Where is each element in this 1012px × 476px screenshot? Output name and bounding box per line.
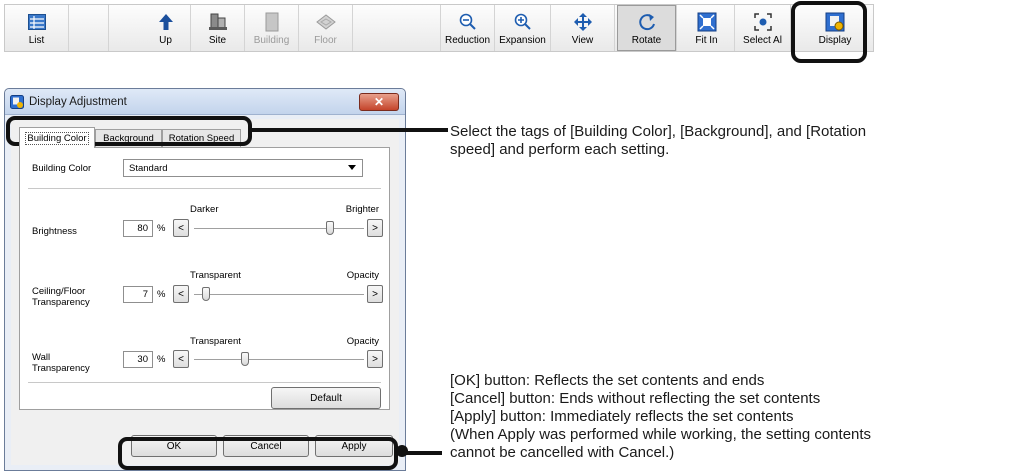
reduction-button[interactable]: Reduction <box>441 5 495 51</box>
chevron-down-icon <box>348 165 356 170</box>
ceiling-floor-slider-thumb[interactable] <box>201 287 210 301</box>
fit-in-label: Fit In <box>695 35 718 46</box>
dialog-titlebar[interactable]: Display Adjustment ✕ <box>5 89 405 115</box>
close-button[interactable]: ✕ <box>359 93 399 111</box>
select-all-icon <box>753 12 773 32</box>
rotate-button[interactable]: Rotate <box>617 5 677 51</box>
tabs-leader-line <box>252 128 448 132</box>
wall-left-caption: Transparent <box>190 336 241 347</box>
leader-dot <box>396 445 408 457</box>
select-all-button[interactable]: Select Al <box>735 5 791 51</box>
buttons-note-line: [Apply] button: Immediately reflects the… <box>450 408 794 425</box>
list-icon <box>27 12 47 32</box>
buttons-note: [OK] button: Reflects the set contents a… <box>450 372 1010 462</box>
toolbar-spacer-2 <box>353 5 441 51</box>
dialog-client-area: Building Color Background Rotation Speed… <box>11 119 399 465</box>
tabs-note: Select the tags of [Building Color], [Ba… <box>450 123 1010 159</box>
fit-in-button[interactable]: Fit In <box>679 5 735 51</box>
tab-building-color-label: Building Color <box>25 131 89 145</box>
view-icon <box>573 12 593 32</box>
brightness-label: Brightness <box>32 226 77 237</box>
brightness-increase-button[interactable]: > <box>367 219 383 237</box>
toolbar: List Up Site Building Floor Reduction Ex… <box>4 4 874 52</box>
expansion-label: Expansion <box>499 35 546 46</box>
brightness-slider-thumb[interactable] <box>326 221 334 235</box>
site-icon <box>208 12 228 32</box>
wall-transparency-input[interactable]: 30 <box>123 351 153 368</box>
rotate-label: Rotate <box>631 35 662 46</box>
ceiling-floor-slider-track[interactable] <box>194 294 364 295</box>
tabs-note-line: Select the tags of [Building Color], [Ba… <box>450 123 867 140</box>
wall-slider-thumb[interactable] <box>241 352 249 366</box>
building-color-select[interactable]: Standard <box>123 159 363 177</box>
wall-increase-button[interactable]: > <box>367 350 383 368</box>
app-icon <box>10 94 24 109</box>
wall-unit: % <box>157 354 166 365</box>
ceiling-floor-decrease-button[interactable]: < <box>173 285 189 303</box>
rotate-icon <box>637 12 657 32</box>
ceiling-left-caption: Transparent <box>190 270 241 281</box>
site-label: Site <box>208 35 227 46</box>
up-button[interactable]: Up <box>141 5 191 51</box>
tabs-note-line: speed] and perform each setting. <box>450 141 670 158</box>
ceiling-floor-transparency-input[interactable]: 7 <box>123 286 153 303</box>
zoom-out-icon <box>458 12 478 32</box>
zoom-in-icon <box>513 12 533 32</box>
building-color-value: Standard <box>129 162 168 174</box>
select-all-label: Select Al <box>743 35 782 46</box>
floor-label: Floor <box>314 35 337 46</box>
brightness-decrease-button[interactable]: < <box>173 219 189 237</box>
ceiling-right-caption: Opacity <box>346 270 379 281</box>
floor-button[interactable]: Floor <box>299 5 353 51</box>
view-button[interactable]: View <box>551 5 615 51</box>
building-color-label: Building Color <box>32 163 92 174</box>
wall-transparency-label: Wall Transparency <box>32 352 90 374</box>
list-button[interactable]: List <box>5 5 69 51</box>
up-label: Up <box>159 35 172 46</box>
brightness-input[interactable]: 80 <box>123 220 153 237</box>
expansion-button[interactable]: Expansion <box>495 5 551 51</box>
building-color-panel: Building Color Standard Darker Brighter … <box>19 147 390 410</box>
ceiling-floor-unit: % <box>157 289 166 300</box>
brightness-slider-track[interactable] <box>194 228 364 229</box>
building-button[interactable]: Building <box>245 5 299 51</box>
list-label: List <box>28 35 45 46</box>
ceiling-floor-increase-button[interactable]: > <box>367 285 383 303</box>
building-label: Building <box>253 35 290 46</box>
tab-building-color[interactable]: Building Color <box>19 127 95 148</box>
reduction-label: Reduction <box>444 35 491 46</box>
up-arrow-icon <box>156 12 176 32</box>
toolbar-spacer <box>69 5 109 51</box>
dialog-title: Display Adjustment <box>29 95 127 108</box>
buttons-highlight <box>118 437 398 470</box>
buttons-note-line: [Cancel] button: Ends without reflecting… <box>450 390 821 407</box>
wall-decrease-button[interactable]: < <box>173 350 189 368</box>
buttons-note-line: cannot be cancelled with Cancel.) <box>450 444 675 461</box>
wall-right-caption: Opacity <box>346 336 379 347</box>
divider-bottom <box>28 382 381 383</box>
brightness-right-caption: Brighter <box>345 204 379 215</box>
default-button[interactable]: Default <box>271 387 381 409</box>
building-icon <box>262 12 282 32</box>
buttons-note-line: (When Apply was performed while working,… <box>450 426 872 443</box>
buttons-note-line: [OK] button: Reflects the set contents a… <box>450 372 765 389</box>
divider <box>28 188 381 189</box>
wall-slider-track[interactable] <box>194 359 364 360</box>
floor-icon <box>315 12 336 32</box>
ceiling-floor-transparency-label: Ceiling/Floor Transparency <box>32 286 90 308</box>
brightness-unit: % <box>157 223 166 234</box>
display-button-highlight <box>791 1 867 63</box>
fit-in-icon <box>697 12 717 32</box>
view-label: View <box>571 35 594 46</box>
brightness-left-caption: Darker <box>190 204 219 215</box>
site-button[interactable]: Site <box>191 5 245 51</box>
